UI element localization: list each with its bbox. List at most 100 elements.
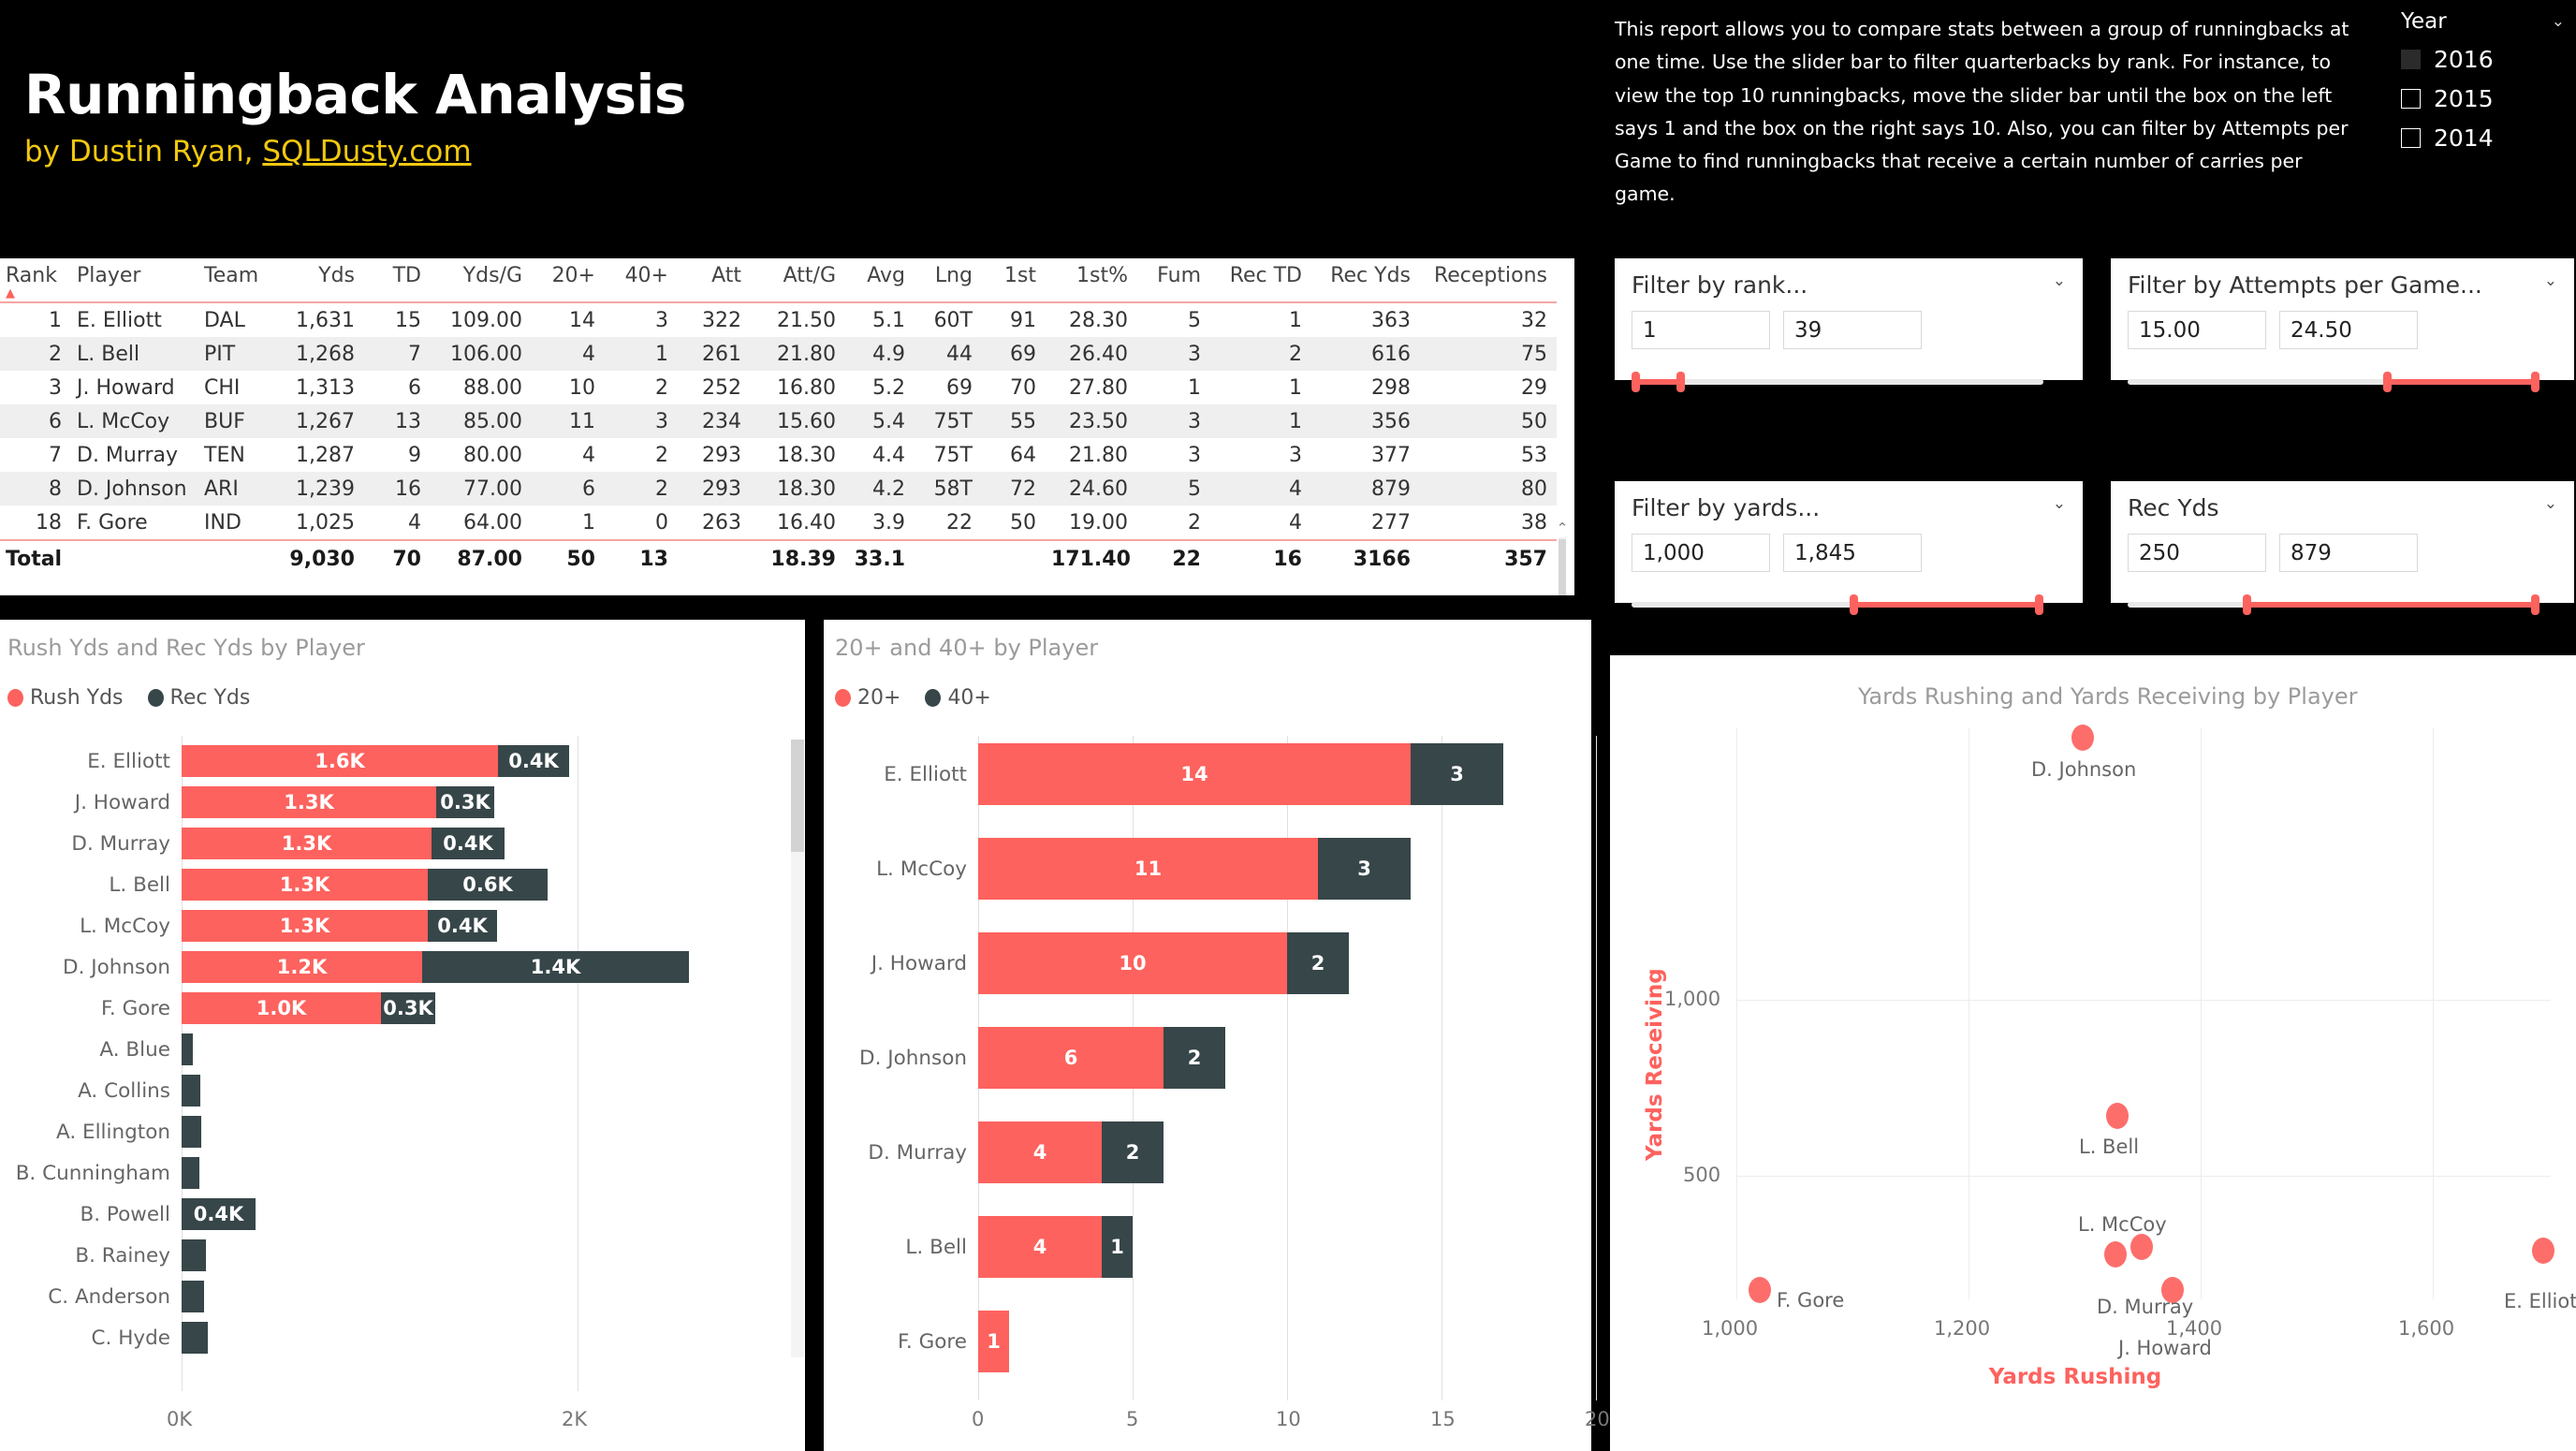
slicer-max-input[interactable]: 1,845	[1783, 534, 1922, 572]
col-header-receptions[interactable]: Receptions	[1420, 258, 1557, 301]
checkbox-icon[interactable]	[2401, 128, 2421, 148]
col-header-lng[interactable]: Lng	[915, 258, 982, 301]
year-option-2015[interactable]: 2015	[2401, 85, 2565, 112]
slicer-slider[interactable]	[1632, 594, 2043, 615]
col-header-1st[interactable]: 1st	[982, 258, 1046, 301]
bar-segment-rush[interactable]: 1.3K	[182, 786, 436, 818]
bar-row[interactable]: E. Elliott 14 3	[824, 743, 1591, 805]
bar-row[interactable]: B. Powell 0.4K	[0, 1198, 786, 1230]
bar-segment-40plus[interactable]: 1	[1102, 1216, 1133, 1278]
col-header-team[interactable]: Team	[198, 258, 284, 301]
bar-row[interactable]: B. Cunningham	[0, 1157, 786, 1189]
bar-row[interactable]: L. McCoy 11 3	[824, 838, 1591, 900]
bar-segment-40plus[interactable]: 2	[1164, 1027, 1225, 1089]
slicer-max-input[interactable]: 879	[2279, 534, 2418, 572]
bar-segment-40plus[interactable]: 2	[1287, 932, 1349, 994]
bar-segment-20plus[interactable]: 6	[978, 1027, 1164, 1089]
bar-segment-40plus[interactable]: 2	[1102, 1121, 1164, 1183]
bar-segment-rec[interactable]: 0.4K	[428, 910, 497, 942]
bar-row[interactable]: J. Howard 1.3K 0.3K	[0, 786, 786, 818]
bar-segment-rec[interactable]: 1.4K	[422, 951, 689, 983]
bar-row[interactable]: F. Gore 1	[824, 1311, 1591, 1372]
slicer-slider[interactable]	[2128, 594, 2539, 615]
bar-segment-rec[interactable]	[182, 1033, 193, 1065]
slicer-min-input[interactable]: 250	[2128, 534, 2266, 572]
bar-segment-rush[interactable]: 1.3K	[182, 828, 432, 859]
slider-handle-min[interactable]	[2243, 594, 2252, 615]
slider-handle-max[interactable]	[2531, 594, 2539, 615]
bar-row[interactable]: D. Johnson 6 2	[824, 1027, 1591, 1089]
bar-segment-rec[interactable]: 0.4K	[498, 745, 569, 777]
bar-row[interactable]: L. McCoy 1.3K 0.4K	[0, 910, 786, 942]
chevron-down-icon[interactable]: ⌄	[2544, 271, 2557, 290]
bar-row[interactable]: C. Hyde	[0, 1322, 786, 1354]
table-row[interactable]: 3 J. Howard CHI 1,313 6 88.00 10 2 252 1…	[0, 371, 1557, 404]
legend-item-40plus[interactable]: 40+	[925, 686, 991, 710]
bar-row[interactable]: C. Anderson	[0, 1281, 786, 1312]
slider-handle-max[interactable]	[1676, 372, 1686, 392]
bar-segment-rec[interactable]	[182, 1322, 208, 1354]
bar-segment-40plus[interactable]: 3	[1411, 743, 1503, 805]
slider-handle-min[interactable]	[1632, 372, 1640, 392]
col-header-player[interactable]: Player	[71, 258, 198, 301]
col-header-yds[interactable]: Yds	[284, 258, 364, 301]
bar-chart-scrollbar[interactable]	[791, 740, 804, 1357]
bar-row[interactable]: A. Blue	[0, 1033, 786, 1065]
col-header-fum[interactable]: Fum	[1137, 258, 1210, 301]
bar-segment-rec[interactable]	[182, 1281, 204, 1312]
col-header-40plus[interactable]: 40+	[605, 258, 678, 301]
slicer-slider[interactable]	[2128, 372, 2539, 392]
bar-segment-rec[interactable]: 0.3K	[381, 992, 435, 1024]
bar-row[interactable]: A. Collins	[0, 1075, 786, 1107]
bar-segment-rec[interactable]: 0.4K	[432, 828, 505, 859]
slicer-rec-yds[interactable]: Rec Yds ⌄ 250 879	[2111, 481, 2574, 615]
bar-segment-40plus[interactable]: 3	[1318, 838, 1411, 900]
slicer-slider[interactable]	[1632, 372, 2043, 392]
bar-segment-20plus[interactable]: 10	[978, 932, 1287, 994]
table-row[interactable]: 6 L. McCoy BUF 1,267 13 85.00 11 3 234 1…	[0, 404, 1557, 438]
slicer-min-input[interactable]: 1,000	[1632, 534, 1770, 572]
scatter-point[interactable]	[2071, 725, 2094, 751]
scatter-point[interactable]	[1749, 1277, 1771, 1303]
slider-track[interactable]	[1632, 379, 2043, 385]
table-row[interactable]: 8 D. Johnson ARI 1,239 16 77.00 6 2 293 …	[0, 472, 1557, 506]
bar-segment-rec[interactable]: 0.3K	[436, 786, 494, 818]
slicer-max-input[interactable]: 24.50	[2279, 311, 2418, 349]
bar-segment-rec[interactable]	[182, 1116, 201, 1148]
scatter-point[interactable]	[2104, 1241, 2127, 1268]
bar-row[interactable]: A. Ellington	[0, 1116, 786, 1148]
col-header-rec-td[interactable]: Rec TD	[1210, 258, 1311, 301]
slider-handle-min[interactable]	[1850, 594, 1859, 615]
scatter-point[interactable]	[2532, 1238, 2554, 1264]
bar-segment-rec[interactable]: 0.4K	[182, 1198, 256, 1230]
bar-row[interactable]: D. Johnson 1.2K 1.4K	[0, 951, 786, 983]
slider-handle-max[interactable]	[2531, 372, 2539, 392]
slider-handle-max[interactable]	[2035, 594, 2043, 615]
slicer-filter-by-attempts-per-game[interactable]: Filter by Attempts per Game... ⌄ 15.00 2…	[2111, 258, 2574, 392]
bar-segment-rec[interactable]	[182, 1075, 200, 1107]
col-header-1st-pct[interactable]: 1st%	[1046, 258, 1137, 301]
legend-item-rush-yds[interactable]: Rush Yds	[7, 686, 124, 710]
scatter-point[interactable]	[2106, 1103, 2129, 1129]
slider-handle-min[interactable]	[2382, 372, 2392, 392]
checkbox-icon[interactable]	[2401, 89, 2421, 109]
scatter-point[interactable]	[2130, 1234, 2153, 1260]
bar-row[interactable]: L. Bell 4 1	[824, 1216, 1591, 1278]
legend-item-rec-yds[interactable]: Rec Yds	[147, 686, 250, 710]
slider-selected-range[interactable]	[1850, 602, 2043, 608]
bar-row[interactable]: E. Elliott 1.6K 0.4K	[0, 745, 786, 777]
table-row[interactable]: 2 L. Bell PIT 1,268 7 106.00 4 1 261 21.…	[0, 337, 1557, 371]
bar-row[interactable]: B. Rainey	[0, 1239, 786, 1271]
scrollbar-thumb[interactable]	[791, 740, 804, 852]
slicer-filter-by-yards[interactable]: Filter by yards... ⌄ 1,000 1,845	[1615, 481, 2083, 615]
slicer-min-input[interactable]: 15.00	[2128, 311, 2266, 349]
bar-segment-rush[interactable]: 1.6K	[182, 745, 498, 777]
table-scrollbar[interactable]: ⌃ ⌄	[1554, 520, 1571, 595]
bar-row[interactable]: L. Bell 1.3K 0.6K	[0, 869, 786, 901]
bar-segment-20plus[interactable]: 4	[978, 1216, 1102, 1278]
bar-row[interactable]: D. Murray 1.3K 0.4K	[0, 828, 786, 859]
col-header-20plus[interactable]: 20+	[532, 258, 605, 301]
col-header-att[interactable]: Att	[678, 258, 751, 301]
chevron-down-icon[interactable]: ⌄	[2053, 271, 2066, 290]
year-option-2014[interactable]: 2014	[2401, 125, 2565, 152]
